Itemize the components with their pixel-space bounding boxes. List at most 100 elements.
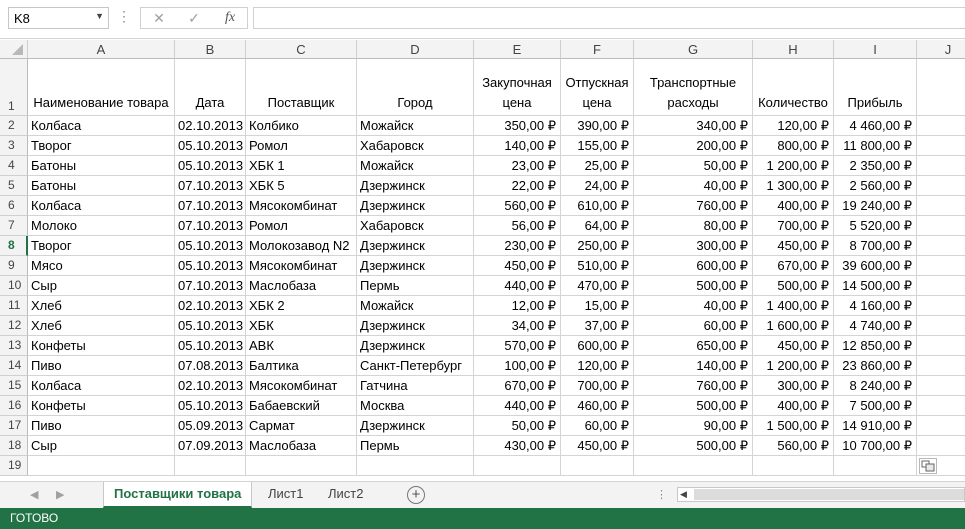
header-cell[interactable]: Город xyxy=(357,59,474,116)
table-cell[interactable] xyxy=(917,216,965,236)
table-cell[interactable]: 120,00 ₽ xyxy=(753,116,834,136)
table-cell[interactable]: 7 500,00 ₽ xyxy=(834,396,917,416)
table-cell[interactable]: 12,00 ₽ xyxy=(474,296,561,316)
table-cell[interactable] xyxy=(917,196,965,216)
table-cell[interactable]: 500,00 ₽ xyxy=(634,276,753,296)
column-header[interactable]: F xyxy=(561,40,634,59)
table-cell[interactable]: 440,00 ₽ xyxy=(474,276,561,296)
table-cell[interactable]: Батоны xyxy=(28,176,175,196)
table-cell[interactable]: 07.10.2013 xyxy=(175,276,246,296)
row-header[interactable]: 14 xyxy=(0,356,28,376)
table-cell[interactable] xyxy=(561,456,634,476)
row-header[interactable]: 10 xyxy=(0,276,28,296)
table-cell[interactable]: 510,00 ₽ xyxy=(561,256,634,276)
table-cell[interactable]: 1 600,00 ₽ xyxy=(753,316,834,336)
table-cell[interactable]: 1 400,00 ₽ xyxy=(753,296,834,316)
table-cell[interactable]: Сармат xyxy=(246,416,357,436)
table-cell[interactable]: Дзержинск xyxy=(357,416,474,436)
sheet-tab-list1[interactable]: Лист1 xyxy=(258,482,313,507)
row-header[interactable]: 3 xyxy=(0,136,28,156)
table-cell[interactable]: Бабаевский xyxy=(246,396,357,416)
table-cell[interactable]: 34,00 ₽ xyxy=(474,316,561,336)
table-cell[interactable]: 5 520,00 ₽ xyxy=(834,216,917,236)
more-options-icon[interactable]: ⋮ xyxy=(117,9,131,23)
row-header[interactable]: 6 xyxy=(0,196,28,216)
table-cell[interactable]: 19 240,00 ₽ xyxy=(834,196,917,216)
table-cell[interactable]: Дзержинск xyxy=(357,236,474,256)
table-cell[interactable] xyxy=(246,456,357,476)
table-cell[interactable]: Дзержинск xyxy=(357,336,474,356)
table-cell[interactable]: 1 500,00 ₽ xyxy=(753,416,834,436)
table-cell[interactable]: Колбико xyxy=(246,116,357,136)
row-header[interactable]: 17 xyxy=(0,416,28,436)
row-header[interactable]: 16 xyxy=(0,396,28,416)
row-header[interactable]: 13 xyxy=(0,336,28,356)
select-all-corner[interactable] xyxy=(0,40,28,59)
table-cell[interactable]: Батоны xyxy=(28,156,175,176)
table-cell[interactable]: 1 300,00 ₽ xyxy=(753,176,834,196)
table-cell[interactable]: 450,00 ₽ xyxy=(753,236,834,256)
table-cell[interactable]: Колбаса xyxy=(28,376,175,396)
column-header[interactable]: I xyxy=(834,40,917,59)
table-cell[interactable]: 8 700,00 ₽ xyxy=(834,236,917,256)
table-cell[interactable]: 24,00 ₽ xyxy=(561,176,634,196)
table-cell[interactable]: ХБК 5 xyxy=(246,176,357,196)
table-cell[interactable] xyxy=(175,456,246,476)
table-cell[interactable]: 80,00 ₽ xyxy=(634,216,753,236)
table-cell[interactable]: 560,00 ₽ xyxy=(753,436,834,456)
table-cell[interactable]: Хабаровск xyxy=(357,216,474,236)
table-cell[interactable]: 07.10.2013 xyxy=(175,196,246,216)
table-cell[interactable]: 05.10.2013 xyxy=(175,336,246,356)
table-cell[interactable]: Молоко xyxy=(28,216,175,236)
table-cell[interactable]: 450,00 ₽ xyxy=(561,436,634,456)
table-cell[interactable]: 4 460,00 ₽ xyxy=(834,116,917,136)
table-cell[interactable] xyxy=(917,296,965,316)
table-cell[interactable]: Хлеб xyxy=(28,316,175,336)
table-cell[interactable]: 07.10.2013 xyxy=(175,216,246,236)
header-cell[interactable]: Закупочная цена xyxy=(474,59,561,116)
table-cell[interactable]: 2 560,00 ₽ xyxy=(834,176,917,196)
table-cell[interactable]: 500,00 ₽ xyxy=(753,276,834,296)
horizontal-scrollbar[interactable]: ◀ xyxy=(677,487,965,502)
table-cell[interactable]: 25,00 ₽ xyxy=(561,156,634,176)
table-cell[interactable]: 450,00 ₽ xyxy=(474,256,561,276)
scroll-left-icon[interactable]: ◀ xyxy=(680,489,687,500)
table-cell[interactable]: 05.10.2013 xyxy=(175,156,246,176)
table-cell[interactable] xyxy=(917,156,965,176)
table-cell[interactable]: 14 910,00 ₽ xyxy=(834,416,917,436)
table-cell[interactable]: Дзержинск xyxy=(357,316,474,336)
table-cell[interactable]: 10 700,00 ₽ xyxy=(834,436,917,456)
table-cell[interactable] xyxy=(474,456,561,476)
column-header[interactable]: D xyxy=(357,40,474,59)
row-header[interactable]: 5 xyxy=(0,176,28,196)
row-header[interactable]: 4 xyxy=(0,156,28,176)
table-cell[interactable] xyxy=(834,456,917,476)
table-cell[interactable]: 23 860,00 ₽ xyxy=(834,356,917,376)
table-cell[interactable]: 1 200,00 ₽ xyxy=(753,356,834,376)
table-cell[interactable]: 400,00 ₽ xyxy=(753,196,834,216)
column-header[interactable]: H xyxy=(753,40,834,59)
table-cell[interactable]: ХБК 2 xyxy=(246,296,357,316)
table-cell[interactable]: 40,00 ₽ xyxy=(634,176,753,196)
table-cell[interactable]: Санкт-Петербург xyxy=(357,356,474,376)
table-cell[interactable]: 60,00 ₽ xyxy=(634,316,753,336)
table-cell[interactable]: Колбаса xyxy=(28,196,175,216)
table-cell[interactable]: 390,00 ₽ xyxy=(561,116,634,136)
table-cell[interactable]: 05.09.2013 xyxy=(175,416,246,436)
table-cell[interactable]: 05.10.2013 xyxy=(175,396,246,416)
table-cell[interactable]: 600,00 ₽ xyxy=(634,256,753,276)
table-cell[interactable] xyxy=(917,396,965,416)
table-cell[interactable]: Балтика xyxy=(246,356,357,376)
insert-function-icon[interactable]: fx xyxy=(215,8,245,28)
table-cell[interactable]: 670,00 ₽ xyxy=(753,256,834,276)
table-cell[interactable]: 155,00 ₽ xyxy=(561,136,634,156)
table-cell[interactable]: 120,00 ₽ xyxy=(561,356,634,376)
header-cell[interactable]: Количество xyxy=(753,59,834,116)
table-cell[interactable]: 140,00 ₽ xyxy=(474,136,561,156)
column-header[interactable]: E xyxy=(474,40,561,59)
table-cell[interactable]: 470,00 ₽ xyxy=(561,276,634,296)
table-cell[interactable]: 07.08.2013 xyxy=(175,356,246,376)
table-cell[interactable]: Маслобаза xyxy=(246,276,357,296)
sheet-tab-list2[interactable]: Лист2 xyxy=(318,482,373,507)
row-header[interactable]: 2 xyxy=(0,116,28,136)
